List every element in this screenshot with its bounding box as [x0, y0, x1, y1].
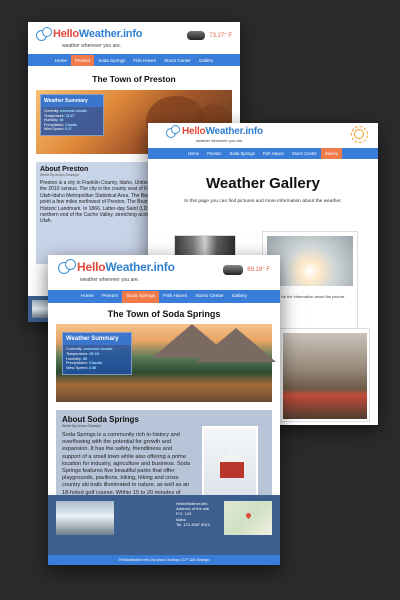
- nav-gallery[interactable]: Gallery: [320, 148, 343, 159]
- weather-thumbnail-icon: [187, 31, 206, 40]
- soda-springs-page-screenshot: HelloWeather.info weather wherever you a…: [48, 255, 280, 565]
- gallery-tile[interactable]: [278, 328, 370, 422]
- nav-fish-haven[interactable]: Fish Haven: [129, 55, 160, 66]
- tagline: weather wherever you are.: [80, 277, 140, 283]
- header-temperature: 73.27° F: [209, 32, 232, 39]
- weather-summary-heading: Weather Summary: [63, 333, 131, 345]
- summary-line: Wind Speed: 5.17: [44, 127, 72, 131]
- site-header: HelloWeather.info weather wherever you a…: [148, 123, 378, 145]
- nav-home[interactable]: Home: [77, 291, 98, 303]
- hero-mountain-shape: [196, 328, 276, 362]
- brand-part-hello: Hello: [53, 28, 79, 40]
- about-heading: About Soda Springs: [62, 415, 139, 424]
- hero-image: Weather Summary Currently: overcast clou…: [56, 324, 276, 402]
- page-title: The Town of Soda Springs: [107, 309, 221, 319]
- copyright-bar: ©HelloWeather.info | by Arturo Ocampo | …: [48, 555, 280, 565]
- nav-fish-haven[interactable]: Fish Haven: [259, 148, 288, 159]
- brand-part-weather: Weather.info: [205, 126, 263, 137]
- cabin-house-shape: [220, 462, 244, 478]
- brand-part-hello: Hello: [77, 260, 106, 274]
- nav-gallery[interactable]: Gallery: [195, 55, 217, 66]
- nav-storm-center[interactable]: Storm Center: [160, 55, 195, 66]
- nav-home[interactable]: Home: [51, 55, 71, 66]
- sun-icon: [351, 126, 368, 143]
- footer-address: HelloWeather.info Address of the site P.…: [176, 501, 210, 527]
- nav-preston[interactable]: Preston: [98, 291, 123, 303]
- main-nav: Home Preston Soda Springs Fish Haven Sto…: [48, 290, 280, 303]
- weather-summary-box: Weather Summary Currently: overcast clou…: [40, 94, 104, 136]
- weather-thumbnail-icon: [223, 265, 244, 275]
- nav-gallery[interactable]: Gallery: [228, 291, 251, 303]
- brand-part-weather: Weather.info: [78, 28, 143, 40]
- header-weather: 69.19° F: [223, 265, 270, 275]
- page-title: The Town of Preston: [92, 74, 176, 84]
- weather-summary-box: Weather Summary Currently: overcast clou…: [62, 332, 132, 375]
- map-pin-icon: [244, 511, 253, 520]
- site-logo[interactable]: HelloWeather.info: [58, 259, 175, 274]
- gallery-intro: In this page you can find pictures and m…: [184, 199, 342, 204]
- nav-preston[interactable]: Preston: [70, 54, 95, 66]
- site-header: HelloWeather.info weather wherever you a…: [48, 255, 280, 290]
- weather-summary-heading: Weather Summary: [41, 95, 103, 107]
- page-title: Weather Gallery: [206, 175, 320, 192]
- footer-map[interactable]: [224, 501, 272, 535]
- site-header: HelloWeather.info weather wherever you a…: [28, 22, 240, 54]
- cabin-photo: [202, 426, 258, 498]
- site-footer: HelloWeather.info Address of the site P.…: [48, 495, 280, 555]
- brand-part-weather: Weather.info: [105, 260, 175, 274]
- nav-soda-springs[interactable]: Soda Springs: [94, 55, 129, 66]
- main-nav: Home Preston Soda Springs Fish Haven Sto…: [148, 148, 378, 159]
- gallery-caption: Would be the information about the pictu…: [269, 294, 346, 299]
- footer-photo: [56, 501, 114, 535]
- gallery-photo-rain: [283, 333, 367, 419]
- cloud-icon: [36, 26, 52, 41]
- nav-storm-center[interactable]: Storm Center: [288, 148, 321, 159]
- header-temperature: 69.19° F: [247, 267, 270, 273]
- nav-fish-haven[interactable]: Fish Haven: [159, 291, 191, 303]
- main-nav: Home Preston Soda Springs Fish Haven Sto…: [28, 54, 240, 66]
- summary-line: Wind Speed: 2.46: [66, 366, 97, 371]
- footer-phone[interactable]: Tel. 123 4567 8910: [176, 522, 210, 527]
- tagline: weather wherever you are.: [196, 138, 244, 143]
- cloud-icon: [166, 124, 180, 138]
- nav-home[interactable]: Home: [184, 148, 203, 159]
- nav-soda-springs[interactable]: Soda Springs: [122, 290, 160, 303]
- header-weather: 73.27° F: [187, 31, 232, 40]
- nav-preston[interactable]: Preston: [203, 148, 225, 159]
- site-logo[interactable]: HelloWeather.info: [36, 26, 143, 41]
- site-logo[interactable]: HelloWeather.info: [166, 124, 263, 138]
- cloud-icon: [58, 259, 76, 274]
- tagline: weather wherever you are.: [62, 43, 122, 49]
- nav-storm-center[interactable]: Storm Center: [191, 291, 228, 303]
- nav-soda-springs[interactable]: Soda Springs: [226, 148, 259, 159]
- brand-part-hello: Hello: [182, 126, 206, 137]
